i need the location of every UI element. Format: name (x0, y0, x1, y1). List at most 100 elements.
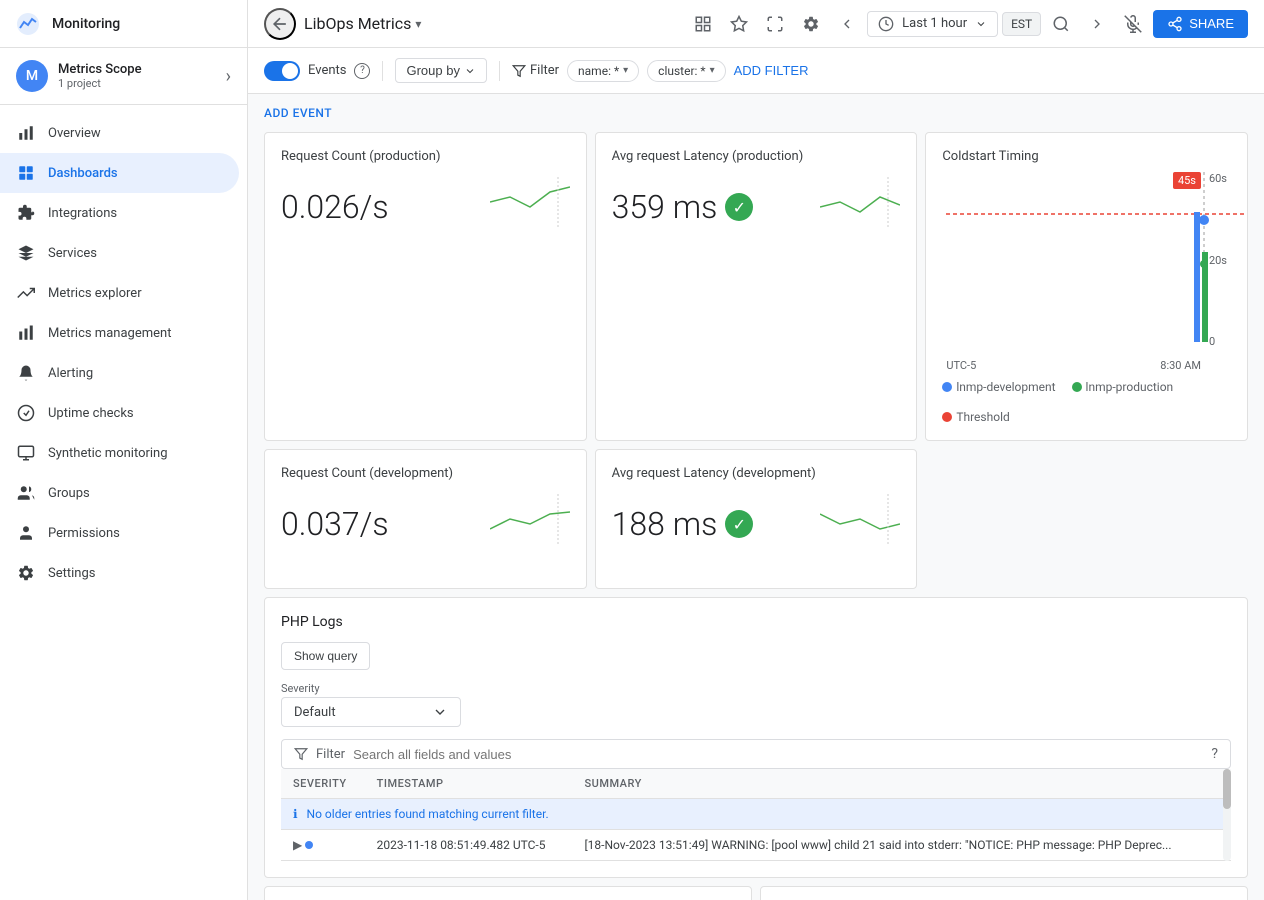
metrics-row-2: Request Count (development) 0.037/s Avg … (264, 449, 1248, 589)
name-filter-arrow: ▾ (623, 65, 628, 76)
add-event-link[interactable]: ADD EVENT (264, 106, 332, 120)
sidebar-item-synthetic-monitoring[interactable]: Synthetic monitoring (0, 433, 239, 473)
title-dropdown-arrow: ▾ (415, 17, 421, 31)
nav-label-metrics-explorer: Metrics explorer (48, 286, 142, 301)
sidebar-item-groups[interactable]: Groups (0, 473, 239, 513)
severity-container: Severity Default (281, 682, 1231, 727)
sidebar-item-services[interactable]: Services (0, 233, 239, 273)
severity-select[interactable]: Default (281, 697, 461, 727)
log-severity-cell: ▶ (281, 830, 365, 861)
metrics-row: Request Count (production) 0.026/s Avg r… (264, 132, 1248, 441)
sidebar-item-permissions[interactable]: Permissions (0, 513, 239, 553)
scope-sub: 1 project (58, 77, 216, 90)
logs-table-head: SEVERITY TIMESTAMP SUMMARY (281, 769, 1231, 799)
nav-label-permissions: Permissions (48, 526, 120, 541)
php-logs-title: PHP Logs (281, 614, 1231, 630)
metrics-scope-section[interactable]: M Metrics Scope 1 project › (0, 48, 247, 105)
metric-card-coldstart: Coldstart Timing 60s 20s 0 (925, 132, 1248, 441)
name-filter-chip[interactable]: name: * ▾ (567, 60, 639, 82)
container-cpu-card: Container CPU Usage 0.06/s (264, 886, 752, 900)
prev-button[interactable] (831, 8, 863, 40)
dashboard-icon (16, 163, 36, 183)
coldstart-x-labels: UTC-5 8:30 AM (946, 359, 1201, 372)
sparkline-rcp (490, 177, 570, 227)
person-icon (16, 523, 36, 543)
log-level-icon (305, 841, 313, 849)
php-logs-card: PHP Logs Show query Severity Default Fil… (264, 597, 1248, 878)
expand-button[interactable] (759, 8, 791, 40)
metric-title-rcd: Request Count (development) (281, 466, 570, 481)
puzzle-icon (16, 203, 36, 223)
next-button[interactable] (1081, 8, 1113, 40)
sidebar-item-alerting[interactable]: Alerting (0, 353, 239, 393)
nav-label-overview: Overview (48, 126, 101, 141)
share-label: SHARE (1189, 16, 1234, 31)
add-filter-button[interactable]: ADD FILTER (734, 63, 809, 78)
cluster-filter-chip[interactable]: cluster: * ▾ (647, 60, 725, 82)
sidebar-item-settings[interactable]: Settings (0, 553, 239, 593)
metric-card-avg-latency-dev: Avg request Latency (development) 188 ms… (595, 449, 918, 589)
logs-search-input[interactable] (353, 747, 1203, 762)
monitoring-logo (16, 12, 40, 36)
scope-avatar: M (16, 60, 48, 92)
scope-info: Metrics Scope 1 project (58, 62, 216, 90)
metric-title-alp: Avg request Latency (production) (612, 149, 901, 164)
logs-scrollbar[interactable] (1223, 769, 1231, 861)
check-icon-ald: ✓ (725, 510, 753, 538)
cluster-filter-arrow: ▾ (710, 65, 715, 76)
metric-title-ald: Avg request Latency (development) (612, 466, 901, 481)
star-button[interactable] (723, 8, 755, 40)
legend-dot-threshold (942, 412, 952, 422)
events-help-icon[interactable]: ? (354, 63, 370, 79)
group-by-button[interactable]: Group by (395, 58, 486, 83)
container-memory-card: Container Memory Usage ⋮ 1,000M (760, 886, 1248, 900)
sidebar-item-metrics-explorer[interactable]: Metrics explorer (0, 273, 239, 313)
filter-divider2 (499, 61, 500, 81)
scope-expand-icon[interactable]: › (226, 66, 231, 87)
logs-filter-bar: Filter ? (281, 739, 1231, 769)
show-query-button[interactable]: Show query (281, 642, 370, 670)
coldstart-svg (946, 172, 1246, 342)
legend-dot-dev (942, 382, 952, 392)
legend-lnmp-prod: lnmp-production (1072, 380, 1174, 394)
sidebar-item-dashboards[interactable]: Dashboards (0, 153, 239, 193)
log-info-row: ℹ No older entries found matching curren… (281, 799, 1231, 830)
table-row: ▶ 2023-11-18 08:51:49.482 UTC-5 [18-Nov-… (281, 830, 1231, 861)
settings-button[interactable] (795, 8, 827, 40)
events-label: Events (308, 63, 346, 78)
metric-card-avg-latency-prod: Avg request Latency (production) 359 ms … (595, 132, 918, 441)
log-timestamp-cell: 2023-11-18 08:51:49.482 UTC-5 (365, 830, 573, 861)
dashboard-title[interactable]: LibOps Metrics ▾ (304, 14, 421, 33)
sparkline-alp (820, 177, 900, 227)
logs-table: SEVERITY TIMESTAMP SUMMARY ℹ No older en… (281, 769, 1231, 861)
audio-button[interactable] (1117, 8, 1149, 40)
nav-label-services: Services (48, 246, 97, 261)
layout-button[interactable] (687, 8, 719, 40)
expand-icon[interactable]: ▶ (293, 838, 302, 852)
sidebar-item-uptime-checks[interactable]: Uptime checks (0, 393, 239, 433)
back-button[interactable] (264, 8, 296, 40)
search-button[interactable] (1045, 8, 1077, 40)
nav-label-uptime-checks: Uptime checks (48, 406, 134, 421)
logs-help-icon[interactable]: ? (1211, 746, 1218, 762)
sidebar-item-metrics-management[interactable]: Metrics management (0, 313, 239, 353)
timezone-badge: EST (1002, 12, 1041, 36)
legend-threshold: Threshold (942, 410, 1009, 424)
sidebar-item-integrations[interactable]: Integrations (0, 193, 239, 233)
col-timestamp: TIMESTAMP (365, 769, 573, 799)
share-button[interactable]: SHARE (1153, 10, 1248, 38)
time-selector[interactable]: Last 1 hour (867, 11, 998, 37)
topbar-actions: Last 1 hour EST SHARE (687, 8, 1248, 40)
sparkline-ald (820, 494, 900, 544)
events-switch[interactable] (264, 61, 300, 81)
filter-button[interactable]: Filter (512, 63, 559, 78)
metric-card-request-count-prod: Request Count (production) 0.026/s (264, 132, 587, 441)
empty-placeholder (925, 449, 1248, 589)
bell-icon (16, 363, 36, 383)
coldstart-title: Coldstart Timing (942, 149, 1231, 164)
logs-scroll-thumb (1223, 769, 1231, 809)
sidebar-item-overview[interactable]: Overview (0, 113, 239, 153)
check-circle-icon (16, 403, 36, 423)
legend-dot-prod (1072, 382, 1082, 392)
nav-label-synthetic-monitoring: Synthetic monitoring (48, 446, 168, 461)
